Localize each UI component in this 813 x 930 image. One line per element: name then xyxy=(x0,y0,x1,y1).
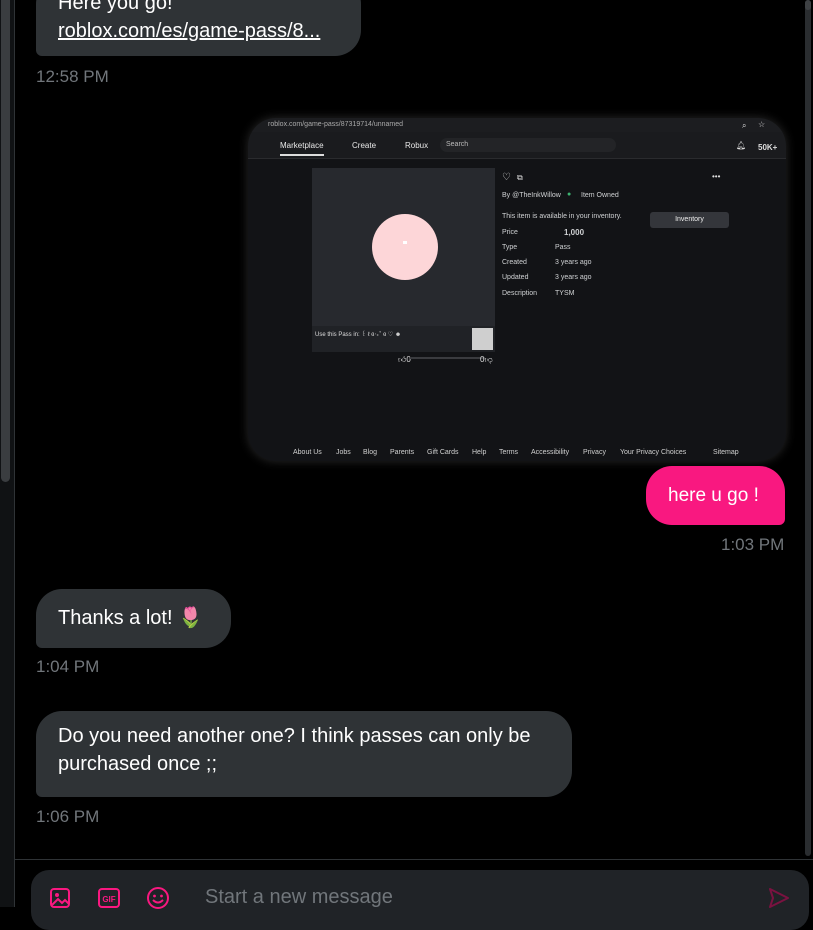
more-icon: ••• xyxy=(712,172,721,181)
nav-marketplace: Marketplace xyxy=(280,141,324,156)
type-value: Pass xyxy=(555,244,571,251)
message-text: Thanks a lot! 🌷 xyxy=(58,607,203,629)
footer-help: Help xyxy=(472,449,487,456)
footer-privacy-choices: Your Privacy Choices xyxy=(620,449,687,456)
composer-divider xyxy=(14,859,813,860)
footer-terms: Terms xyxy=(499,449,519,456)
gif-icon[interactable]: GIF xyxy=(96,885,122,911)
pass-caption: Use this Pass in: ꒰ ℓ ɞ‧₊˚ ɞ ♡ ☻ xyxy=(315,332,402,338)
availability-text: This item is available in your inventory… xyxy=(502,213,622,220)
creator-label: By @TheInkWillow xyxy=(502,192,561,199)
robux-balance: 50K+ xyxy=(758,143,778,152)
footer-parents: Parents xyxy=(390,449,415,456)
message-timestamp: 1:04 PM xyxy=(36,657,100,676)
footer-sitemap: Sitemap xyxy=(713,449,739,456)
thumbs-up-icon: 👍︎0 xyxy=(398,355,411,364)
nav-create: Create xyxy=(352,141,377,150)
message-timestamp: 1:06 PM xyxy=(36,807,100,826)
nav-robux: Robux xyxy=(405,141,429,150)
pass-caption-bar xyxy=(312,326,495,352)
image-icon[interactable] xyxy=(47,885,73,911)
game-thumbnail xyxy=(472,328,493,350)
gif-label: GIF xyxy=(102,895,115,904)
message-timestamp: 1:03 PM xyxy=(721,535,785,554)
zoom-icon: ⌕ xyxy=(742,121,747,130)
message-text: here u go ! xyxy=(668,485,759,506)
price-label: Price xyxy=(502,229,518,236)
shared-screenshot-image[interactable]: roblox.com/game-pass/87319714/unnamed ⌕ … xyxy=(248,118,786,461)
emoji-icon[interactable] xyxy=(145,885,171,911)
footer-blog: Blog xyxy=(363,449,378,456)
message-timestamp: 12:58 PM xyxy=(36,67,109,86)
footer-privacy: Privacy xyxy=(583,449,606,456)
copy-icon: ⧉ xyxy=(517,173,523,182)
price-value: 1,000 xyxy=(564,228,585,237)
vote-bar xyxy=(410,357,485,359)
bell-icon: 🔔︎ xyxy=(736,141,747,150)
heart-icon: ♡ xyxy=(502,172,511,183)
message-bubble-received[interactable]: Thanks a lot! 🌷 xyxy=(36,589,231,648)
footer-accessibility: Accessibility xyxy=(531,449,570,456)
description-label: Description xyxy=(502,290,538,297)
description-value: TYSM xyxy=(555,290,575,297)
left-scrollbar[interactable] xyxy=(1,0,10,482)
conversation-scrollbar[interactable] xyxy=(805,0,811,856)
message-link[interactable]: roblox.com/es/game-pass/8... xyxy=(58,17,339,45)
dislike-count: 0 xyxy=(480,355,485,364)
roblox-search-label: Search xyxy=(446,141,469,148)
message-text: Here you go! xyxy=(58,0,173,14)
browser-url: roblox.com/game-pass/87319714/unnamed xyxy=(268,121,404,128)
owned-check-icon: ● xyxy=(567,191,572,198)
type-label: Type xyxy=(502,244,518,251)
created-value: 3 years ago xyxy=(555,259,592,266)
updated-label: Updated xyxy=(502,274,529,281)
inventory-button: Inventory xyxy=(650,212,729,228)
message-bubble-sent[interactable]: here u go ! xyxy=(646,466,785,525)
message-bubble-received[interactable]: Do you need another one? I think passes … xyxy=(36,711,572,797)
footer-jobs: Jobs xyxy=(336,449,351,456)
footer-gift-cards: Gift Cards xyxy=(427,449,459,456)
star-icon: ☆ xyxy=(758,120,766,129)
message-text-line1: Do you need another one? I think passes … xyxy=(58,725,531,747)
message-text-line2: purchased once ;; xyxy=(58,753,217,775)
message-input[interactable]: Start a new message xyxy=(205,886,393,909)
footer-about: About Us xyxy=(293,449,322,456)
owned-label: Item Owned xyxy=(581,192,619,199)
pass-icon-circle xyxy=(372,214,438,280)
left-panel-edge xyxy=(0,0,15,907)
updated-value: 3 years ago xyxy=(555,274,592,281)
send-icon[interactable] xyxy=(766,885,792,911)
created-label: Created xyxy=(502,259,527,266)
message-bubble-received[interactable]: Here you go! roblox.com/es/game-pass/8..… xyxy=(36,0,361,56)
thumbs-down-icon: 0👎︎ xyxy=(480,355,493,364)
